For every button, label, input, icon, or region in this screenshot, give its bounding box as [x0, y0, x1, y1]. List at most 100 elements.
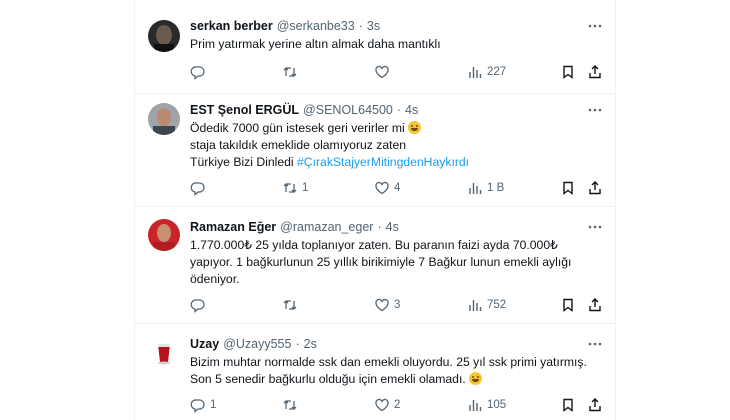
tweet-text: Prim yatırmak yerine altın almak daha ma…: [190, 36, 603, 53]
separator-dot: ·: [295, 337, 300, 351]
tweet-header: Uzay @Uzayy555 · 2s: [190, 336, 603, 352]
tweet-text-line: staja takıldık emeklide olamıyoruz zaten: [190, 138, 407, 152]
user-handle[interactable]: @SENOL64500: [303, 102, 393, 118]
tweet[interactable]: EST Şenol ERGÜL @SENOL64500 · 4s Ödedik …: [135, 94, 615, 207]
reply-button[interactable]: [190, 63, 206, 81]
tweet[interactable]: serkan berber @serkanbe33 · 3s Prim yatı…: [135, 0, 615, 94]
tweet-text-line: Bizim muhtar normalde ssk dan emekli olu…: [190, 355, 587, 369]
retweet-icon: [283, 400, 297, 410]
share-icon: [589, 398, 601, 412]
reply-button[interactable]: 1: [190, 396, 216, 414]
share-button[interactable]: [587, 63, 603, 81]
display-name[interactable]: EST Şenol ERGÜL: [190, 102, 299, 118]
user-handle[interactable]: @ramazan_eger: [280, 219, 373, 235]
retweet-icon: [283, 300, 297, 310]
views-count: 227: [487, 66, 507, 78]
timestamp[interactable]: 4s: [405, 102, 418, 118]
more-icon[interactable]: [587, 102, 603, 118]
retweet-button[interactable]: [282, 396, 298, 414]
separator-dot: ·: [396, 103, 402, 117]
views-icon: [469, 67, 482, 78]
share-button[interactable]: [587, 296, 603, 314]
views-button[interactable]: 227: [467, 63, 506, 81]
display-name[interactable]: Uzay: [190, 336, 219, 352]
views-button[interactable]: 752: [467, 296, 506, 314]
views-button[interactable]: 105: [467, 396, 506, 414]
bookmark-button[interactable]: [560, 179, 576, 197]
like-count: 3: [394, 299, 401, 311]
hashtag-link[interactable]: #ÇırakStajyerMitingdenHaykırdı: [297, 155, 469, 169]
tweet-header: EST Şenol ERGÜL @SENOL64500 · 4s: [190, 102, 603, 118]
timeline-column: serkan berber @serkanbe33 · 3s Prim yatı…: [134, 0, 616, 420]
avatar[interactable]: [148, 337, 180, 369]
reply-icon: [190, 299, 205, 313]
views-button[interactable]: 1 B: [467, 179, 504, 197]
avatar[interactable]: [148, 20, 180, 52]
tweet-actions: 1 2 105: [190, 396, 603, 414]
tweet-text: Ödedik 7000 gün istesek geri verirler mi…: [190, 120, 603, 171]
tweet-text-line: 1.770.000₺ 25 yılda toplanıyor zaten. Bu…: [190, 238, 558, 252]
laughing-emoji-icon: [408, 121, 422, 134]
retweet-button[interactable]: [282, 63, 298, 81]
timeline-page: serkan berber @serkanbe33 · 3s Prim yatı…: [0, 0, 730, 420]
tweet-actions: 3 752: [190, 296, 603, 314]
bookmark-button[interactable]: [560, 296, 576, 314]
tweet[interactable]: Uzay @Uzayy555 · 2s Bizim muhtar normald…: [135, 324, 615, 420]
tweet[interactable]: Ramazan Eğer @ramazan_eger · 4s 1.770.00…: [135, 207, 615, 324]
retweet-count: 1: [302, 182, 309, 194]
heart-icon: [375, 398, 389, 412]
more-icon[interactable]: [587, 336, 603, 352]
bookmark-icon: [563, 298, 573, 312]
retweet-button[interactable]: 1: [282, 179, 308, 197]
avatar[interactable]: [148, 219, 180, 251]
views-count: 1 B: [487, 182, 505, 194]
tweet-text: Bizim muhtar normalde ssk dan emekli olu…: [190, 354, 603, 388]
timestamp[interactable]: 2s: [304, 336, 317, 352]
views-count: 105: [487, 399, 507, 411]
like-count: 4: [394, 182, 401, 194]
timestamp[interactable]: 3s: [367, 18, 380, 34]
reply-icon: [190, 66, 205, 80]
laughing-emoji-icon: [469, 372, 483, 385]
bookmark-icon: [563, 398, 573, 412]
like-button[interactable]: 3: [374, 296, 400, 314]
more-icon[interactable]: [587, 219, 603, 235]
reply-button[interactable]: [190, 296, 206, 314]
tweet-header: Ramazan Eğer @ramazan_eger · 4s: [190, 219, 603, 235]
bookmark-button[interactable]: [560, 63, 576, 81]
tweet-actions: 227: [190, 63, 603, 81]
bookmark-icon: [563, 181, 573, 195]
share-button[interactable]: [587, 179, 603, 197]
heart-icon: [375, 298, 389, 312]
views-count: 752: [487, 299, 507, 311]
reply-count: 1: [210, 399, 217, 411]
heart-icon: [375, 65, 389, 79]
display-name[interactable]: Ramazan Eğer: [190, 219, 276, 235]
share-button[interactable]: [587, 396, 603, 414]
more-icon[interactable]: [587, 18, 603, 34]
retweet-icon: [283, 67, 297, 77]
tweet-header: serkan berber @serkanbe33 · 3s: [190, 18, 603, 34]
like-count: 2: [394, 399, 401, 411]
user-handle[interactable]: @Uzayy555: [223, 336, 291, 352]
like-button[interactable]: 2: [374, 396, 400, 414]
bookmark-icon: [563, 65, 573, 79]
user-handle[interactable]: @serkanbe33: [277, 18, 355, 34]
like-button[interactable]: 4: [374, 179, 400, 197]
separator-dot: ·: [377, 220, 382, 234]
reply-button[interactable]: [190, 179, 206, 197]
avatar[interactable]: [148, 103, 180, 135]
reply-icon: [190, 399, 205, 413]
tweet-text-line: ödeniyor.: [190, 272, 240, 286]
views-icon: [469, 300, 482, 311]
like-button[interactable]: [374, 63, 390, 81]
timestamp[interactable]: 4s: [386, 219, 399, 235]
share-icon: [589, 298, 601, 312]
tweet-actions: 1 4 1 B: [190, 179, 603, 197]
bookmark-button[interactable]: [560, 396, 576, 414]
tweet-text-line: Son 5 senedir bağkurlu olduğu için emekl…: [190, 371, 603, 388]
display-name[interactable]: serkan berber: [190, 18, 273, 34]
share-icon: [589, 65, 601, 79]
tweet-text-line: Ödedik 7000 gün istesek geri verirler mi: [190, 120, 603, 137]
retweet-button[interactable]: [282, 296, 298, 314]
